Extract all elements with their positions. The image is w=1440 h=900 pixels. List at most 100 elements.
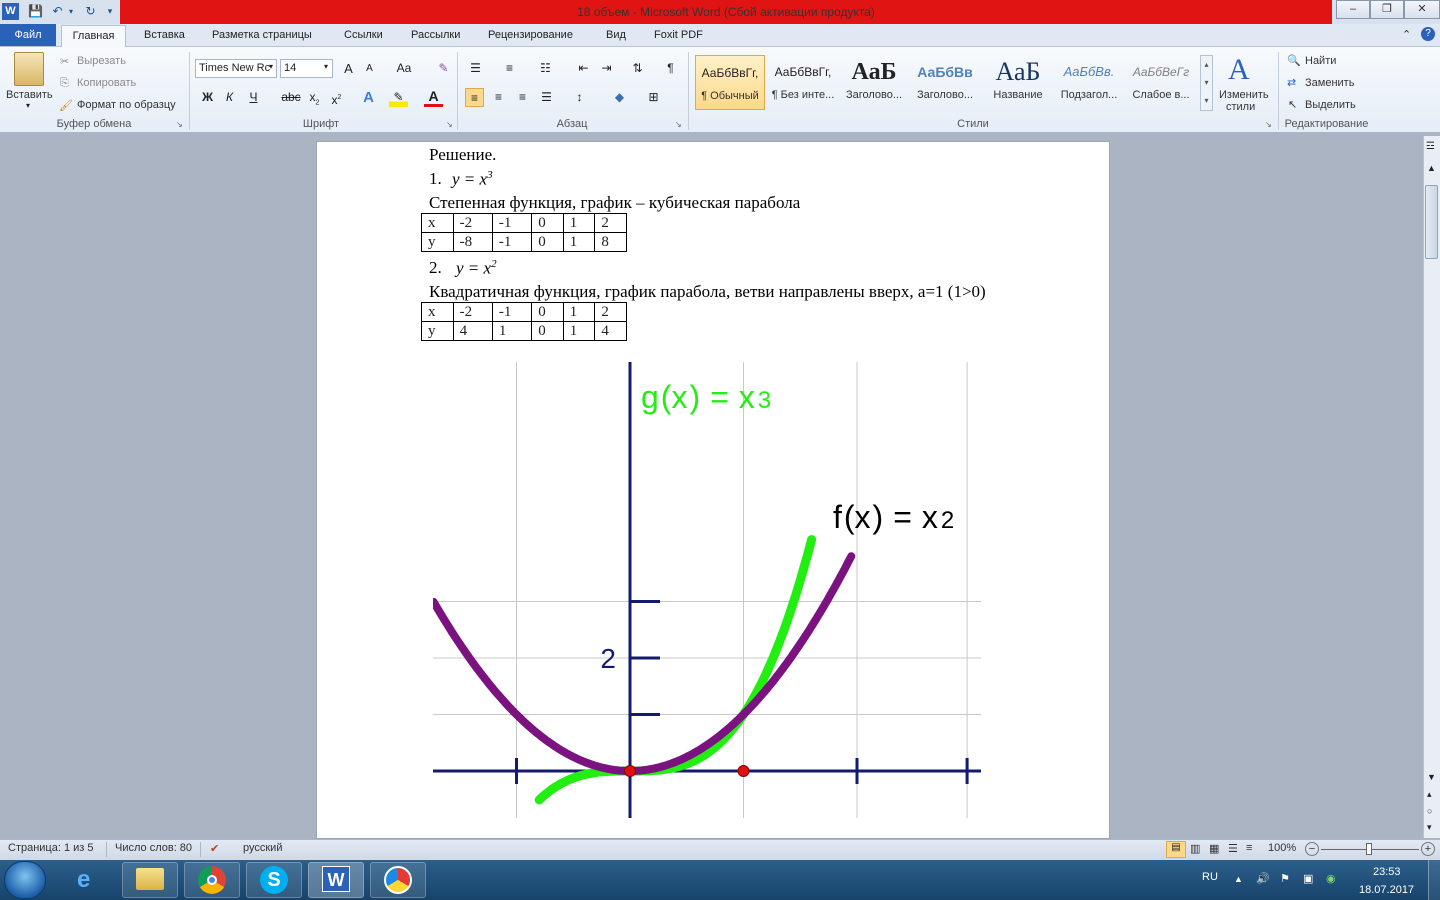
save-icon[interactable]: 💾	[27, 3, 44, 20]
redo-icon[interactable]: ↻	[82, 3, 99, 20]
change-styles-button[interactable]: Изменить	[1219, 89, 1269, 101]
scroll-up-icon[interactable]: ▲	[1427, 163, 1436, 173]
tray-app-icon[interactable]: ◉	[1326, 872, 1336, 885]
ruler-toggle-icon[interactable]: ☲	[1426, 141, 1435, 152]
next-page-icon[interactable]: ▾	[1427, 822, 1432, 833]
print-layout-icon[interactable]: ▤	[1166, 841, 1186, 858]
decrease-indent-icon[interactable]: ⇤	[574, 59, 593, 78]
function-graph[interactable]: 2 g(x) = x 3 f(x) = x 2	[433, 362, 981, 818]
font-color-icon[interactable]: A	[424, 88, 443, 107]
scroll-thumb[interactable]	[1425, 185, 1438, 259]
undo-dropdown-icon[interactable]: ▾	[66, 3, 76, 20]
style-subtitle[interactable]: АаБбВв. Подзагол...	[1054, 55, 1124, 110]
web-layout-icon[interactable]: ▦	[1209, 842, 1219, 855]
start-button[interactable]	[4, 861, 46, 899]
word-app-icon[interactable]: W	[2, 3, 19, 20]
highlight-icon[interactable]: ✎	[389, 88, 408, 107]
tab-home[interactable]: Главная	[61, 25, 126, 48]
text-effects-icon[interactable]: A	[359, 88, 378, 107]
select-button[interactable]: Выделить	[1305, 99, 1356, 111]
line-spacing-icon[interactable]: ↕	[570, 88, 589, 107]
tab-review[interactable]: Рецензирование	[486, 24, 575, 47]
style-normal[interactable]: АаБбВвГг, ¶ Обычный	[695, 55, 765, 110]
shading-icon[interactable]: ◆	[610, 88, 629, 107]
browse-object-icon[interactable]: ○	[1427, 806, 1432, 816]
input-language[interactable]: RU	[1202, 871, 1218, 883]
clipboard-launcher-icon[interactable]: ↘	[176, 120, 183, 129]
paragraph-launcher-icon[interactable]: ↘	[675, 120, 682, 129]
restore-button[interactable]: ❐	[1370, 0, 1404, 19]
change-styles-button-line2[interactable]: стили	[1226, 101, 1255, 113]
flag-icon[interactable]: ⚑	[1280, 872, 1290, 885]
format-painter-button[interactable]: Формат по образцу	[77, 99, 176, 111]
tab-foxit-pdf[interactable]: Foxit PDF	[652, 24, 705, 47]
previous-page-icon[interactable]: ▴	[1427, 789, 1432, 800]
cut-button[interactable]: Вырезать	[77, 55, 126, 67]
style-subtle-emphasis[interactable]: АаБбВеГг Слабое в...	[1126, 55, 1196, 110]
change-case-button[interactable]: Aa	[392, 59, 416, 78]
zoom-out-button[interactable]: −	[1305, 842, 1319, 856]
borders-icon[interactable]: ⊞	[644, 88, 663, 107]
help-icon[interactable]: ?	[1421, 27, 1435, 41]
copy-button[interactable]: Копировать	[77, 77, 136, 89]
replace-icon[interactable]: ⇄	[1287, 76, 1296, 89]
tab-view[interactable]: Вид	[604, 24, 628, 47]
align-right-button[interactable]: ≡	[513, 88, 532, 107]
subscript-button[interactable]: x2	[305, 88, 324, 107]
format-painter-icon[interactable]: 🖌	[59, 99, 73, 112]
multilevel-list-icon[interactable]: ☷	[536, 59, 555, 78]
paste-icon[interactable]	[14, 52, 44, 86]
strikethrough-button[interactable]: abc	[280, 88, 302, 107]
close-button[interactable]: ✕	[1404, 0, 1440, 19]
clock-date[interactable]: 18.07.2017	[1359, 884, 1414, 896]
customize-quick-access-icon[interactable]: ▾	[104, 3, 116, 20]
show-marks-icon[interactable]: ¶	[661, 59, 680, 78]
taskbar-ie[interactable]	[64, 862, 120, 898]
style-heading-1[interactable]: АаБ Заголово...	[839, 55, 909, 110]
font-launcher-icon[interactable]: ↘	[446, 120, 453, 129]
align-left-button[interactable]: ≡	[465, 88, 484, 107]
clear-formatting-icon[interactable]: ✎	[434, 59, 453, 78]
zoom-in-button[interactable]: +	[1421, 842, 1435, 856]
word-count[interactable]: Число слов: 80	[115, 842, 192, 854]
paste-button[interactable]: Вставить	[6, 89, 53, 101]
full-screen-reading-icon[interactable]: ▥	[1190, 842, 1200, 855]
font-size-dropdown-icon[interactable]: ▾	[324, 62, 328, 71]
volume-icon[interactable]: 🔊	[1256, 872, 1270, 885]
network-icon[interactable]: ▣	[1303, 872, 1313, 885]
tray-expand-icon[interactable]: ▲	[1234, 874, 1243, 884]
styles-scroll[interactable]: ▴ ▾ ▾	[1200, 55, 1213, 111]
show-desktop-button[interactable]	[1428, 860, 1440, 900]
copy-icon[interactable]: ⎘	[60, 77, 69, 90]
bullets-icon[interactable]: ☰	[466, 59, 485, 78]
tab-mailings[interactable]: Рассылки	[409, 24, 462, 47]
select-icon[interactable]: ↖	[1288, 98, 1297, 111]
tab-references[interactable]: Ссылки	[342, 24, 385, 47]
style-no-spacing[interactable]: АаБбВвГг, ¶ Без инте...	[768, 55, 838, 110]
language-status[interactable]: русский	[243, 842, 282, 854]
page-count[interactable]: Страница: 1 из 5	[8, 842, 94, 854]
undo-icon[interactable]: ↶	[49, 3, 66, 20]
tab-file[interactable]: Файл	[0, 24, 56, 46]
find-button[interactable]: Найти	[1305, 55, 1336, 67]
outline-icon[interactable]: ☰	[1228, 842, 1238, 855]
minimize-button[interactable]: –	[1336, 0, 1370, 19]
find-icon[interactable]: 🔍	[1287, 54, 1301, 67]
underline-button[interactable]: Ч	[244, 88, 263, 107]
zoom-level[interactable]: 100%	[1268, 842, 1296, 854]
bold-button[interactable]: Ж	[198, 88, 217, 107]
tab-page-layout[interactable]: Разметка страницы	[210, 24, 314, 47]
style-heading-2[interactable]: АаБбВв Заголово...	[910, 55, 980, 110]
zoom-slider-thumb[interactable]	[1366, 843, 1372, 855]
paste-dropdown-icon[interactable]: ▾	[26, 101, 30, 110]
tab-insert[interactable]: Вставка	[142, 24, 187, 47]
collapse-ribbon-icon[interactable]: ⌃	[1402, 28, 1411, 41]
italic-button[interactable]: К	[220, 88, 239, 107]
draft-icon[interactable]: ≡	[1246, 842, 1252, 854]
replace-button[interactable]: Заменить	[1305, 77, 1354, 89]
sort-icon[interactable]: ⇅	[628, 59, 647, 78]
grow-font-button[interactable]: A	[339, 59, 358, 78]
align-center-button[interactable]: ≡	[489, 88, 508, 107]
font-family-combo[interactable]: Times New Rc	[195, 59, 277, 78]
superscript-button[interactable]: x2	[327, 88, 346, 107]
